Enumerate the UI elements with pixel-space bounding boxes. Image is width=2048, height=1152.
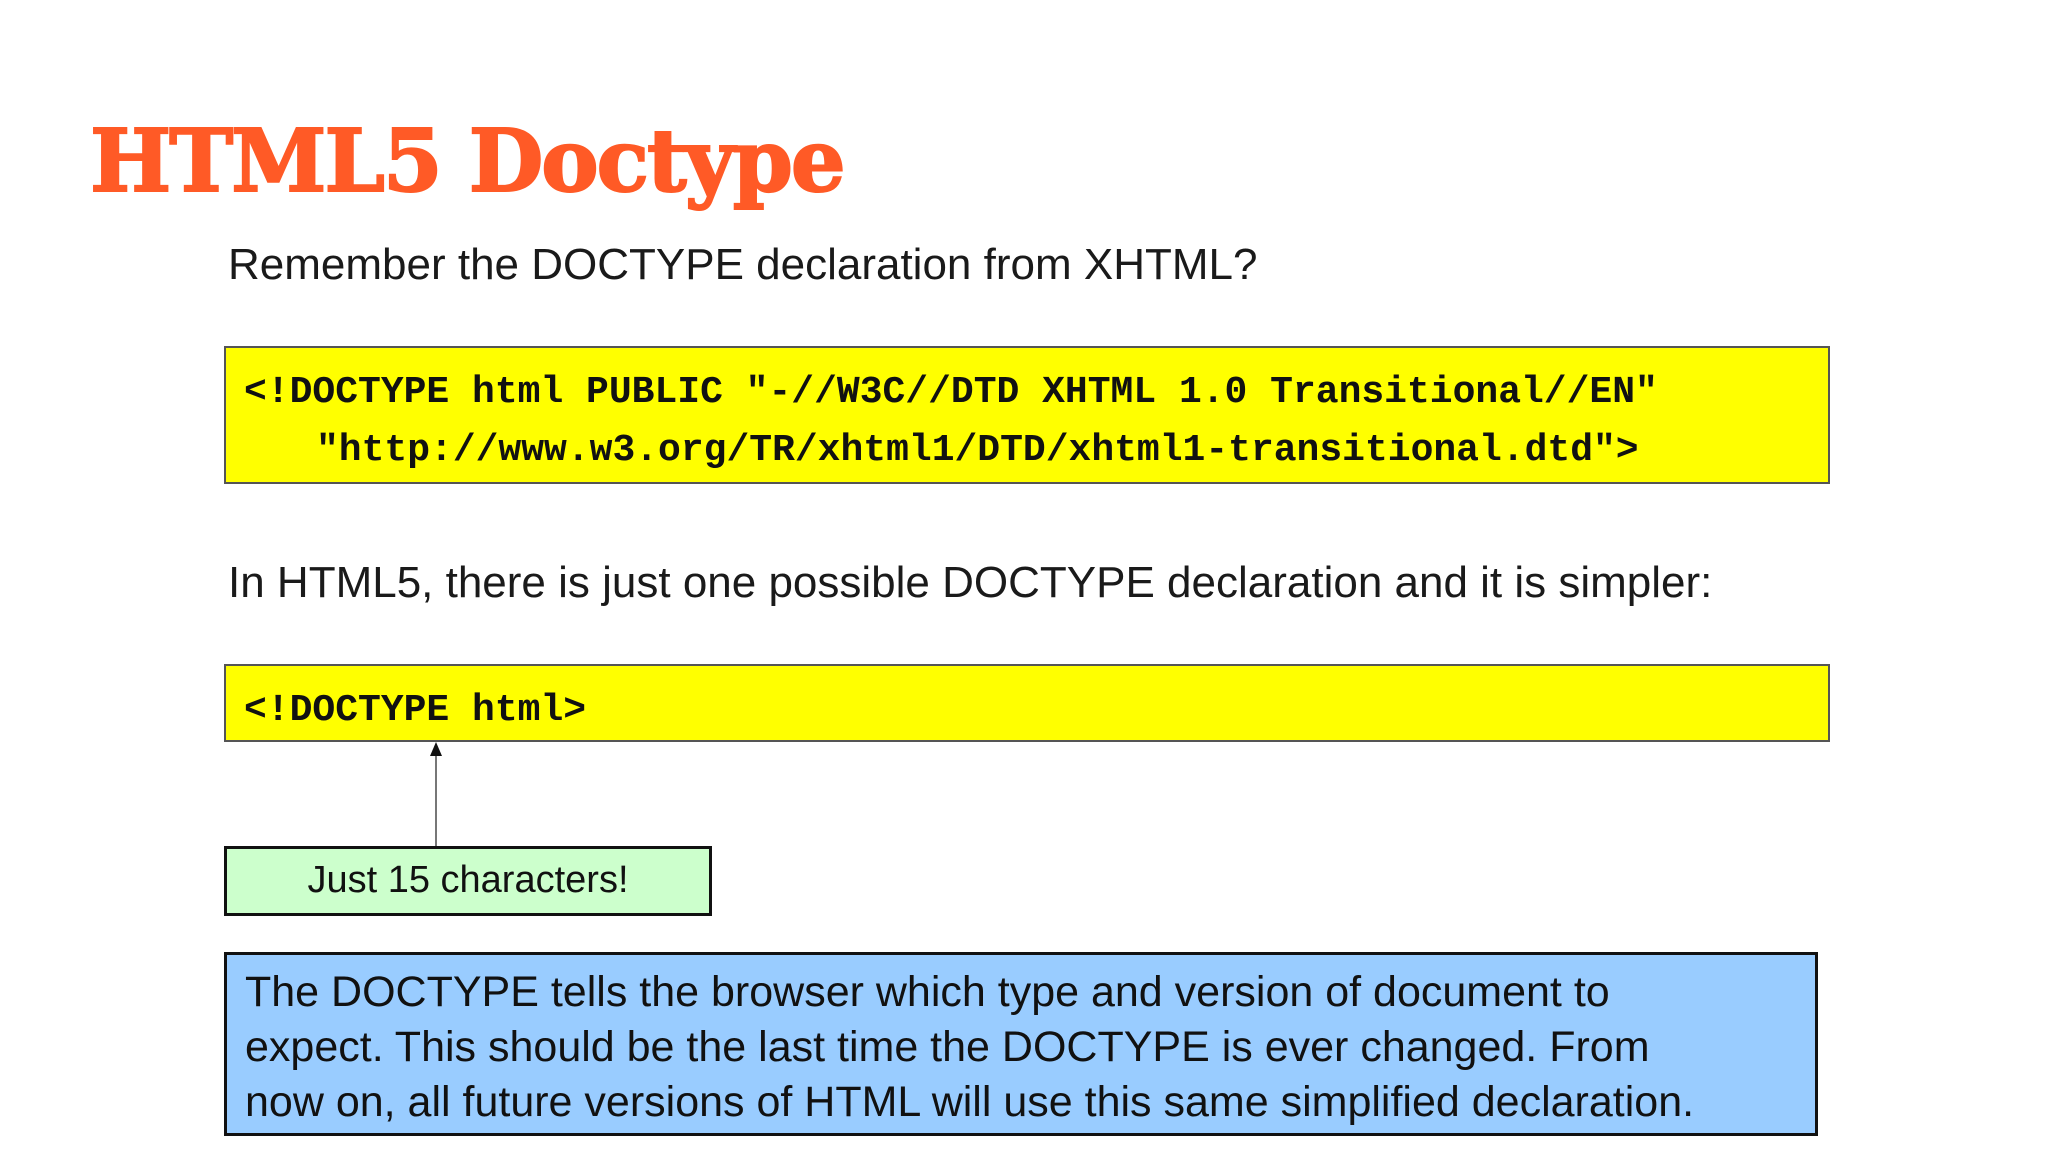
note-line-3: now on, all future versions of HTML will… bbox=[245, 1078, 1695, 1126]
html5-doctype-box: <!DOCTYPE html> bbox=[224, 664, 1830, 742]
explanation-note: The DOCTYPE tells the browser which type… bbox=[224, 952, 1818, 1136]
xhtml-doctype-line-1: <!DOCTYPE html PUBLIC "-//W3C//DTD XHTML… bbox=[244, 371, 1658, 414]
note-line-2: expect. This should be the last time the… bbox=[245, 1023, 1650, 1071]
character-count-callout: Just 15 characters! bbox=[224, 846, 712, 916]
xhtml-doctype-line-2: "http://www.w3.org/TR/xhtml1/DTD/xhtml1-… bbox=[316, 429, 1639, 472]
html5-intro-text: In HTML5, there is just one possible DOC… bbox=[228, 558, 1713, 607]
note-line-1: The DOCTYPE tells the browser which type… bbox=[245, 968, 1610, 1016]
intro-text: Remember the DOCTYPE declaration from XH… bbox=[228, 240, 1258, 289]
xhtml-doctype-box: <!DOCTYPE html PUBLIC "-//W3C//DTD XHTML… bbox=[224, 346, 1830, 484]
slide-title: HTML5 Doctype bbox=[89, 111, 847, 213]
html5-doctype-code: <!DOCTYPE html> bbox=[244, 689, 587, 732]
